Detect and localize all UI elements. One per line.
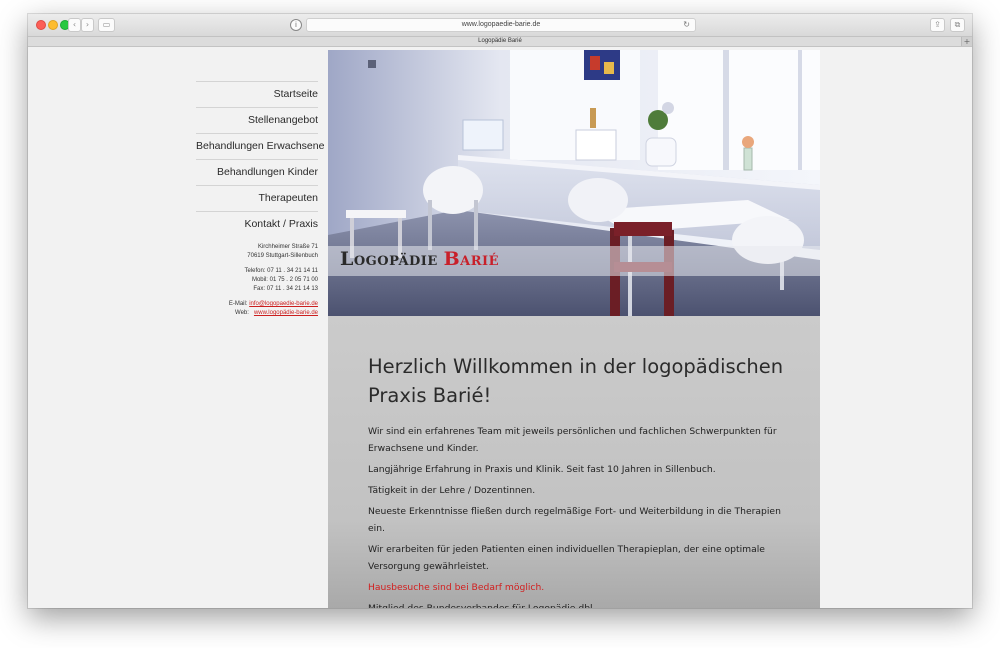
nav-item-stellenangebot[interactable]: Stellenangebot [196,107,318,133]
nav-item-behandlungen-erwachsene[interactable]: Behandlungen Erwachsene [196,133,324,159]
sidebar-toggle-button[interactable]: ▭ [98,18,115,32]
room-photo [328,50,820,316]
nav-item-therapeuten[interactable]: Therapeuten [196,185,318,211]
tab-title[interactable]: Logopädie Barié [478,38,522,44]
intro-text: Wir sind ein erfahrenes Team mit jeweils… [368,423,788,608]
forward-button[interactable]: › [81,18,94,32]
close-window-button[interactable] [36,20,46,30]
paragraph-home-visits: Hausbesuche sind bei Bedarf möglich. [368,582,545,593]
url-text: www.logopaedie-barie.de [461,21,541,28]
new-tab-button[interactable]: + [961,37,972,46]
nav-item-kontakt-praxis[interactable]: Kontakt / Praxis [196,211,318,237]
reload-icon[interactable]: ↻ [683,19,690,31]
mobile-number: Mobil: 01 75 . 2 05 71 00 [251,277,318,283]
page-title: Herzlich Willkommen in der logopädischen… [368,355,784,407]
email-label: E-Mail: [228,301,248,307]
email-line: E-Mail: info@logopaedie-barie.de [178,300,318,309]
web-link[interactable]: www.logopädie-barie.de [254,310,318,316]
main-navigation: Startseite Stellenangebot Behandlungen E… [196,81,324,237]
fax-number: Fax: 07 11 . 34 21 14 13 [253,286,318,292]
browser-toolbar: ‹ › ▭ i www.logopaedie-barie.de ↻ ⇪ ⧉ [28,14,972,37]
paragraph-teaching: Tätigkeit in der Lehre / Dozentinnen. [368,485,536,496]
nav-item-behandlungen-kinder[interactable]: Behandlungen Kinder [196,159,318,185]
logo-part-barie: Barié [443,248,500,270]
phone-number: Telefon: 07 11 . 34 21 14 11 [244,268,318,274]
browser-window: ‹ › ▭ i www.logopaedie-barie.de ↻ ⇪ ⧉ Lo… [28,14,972,608]
hero-image: Logopädie Barié [328,50,820,316]
info-icon[interactable]: i [290,19,302,31]
main-content: Herzlich Willkommen in der logopädischen… [328,316,820,608]
logo-part-logopaedie: Logopädie [340,248,438,270]
tab-bar: Logopädie Barié + [28,37,972,47]
paragraph-therapy-plan: Wir erarbeiten für jeden Patienten einen… [368,544,765,572]
paragraph-team: Wir sind ein erfahrenes Team mit jeweils… [368,426,777,454]
back-button[interactable]: ‹ [68,18,81,32]
email-link[interactable]: info@logopaedie-barie.de [249,301,318,307]
page-viewport: Startseite Stellenangebot Behandlungen E… [28,47,972,608]
nav-item-startseite[interactable]: Startseite [196,81,318,107]
web-label: Web: [235,310,249,316]
address-city: 70619 Stuttgart-Sillenbuch [247,253,318,259]
contact-block: Kirchheimer Straße 71 70619 Stuttgart-Si… [178,243,318,318]
minimize-window-button[interactable] [48,20,58,30]
tabs-overview-button[interactable]: ⧉ [950,18,965,32]
logo[interactable]: Logopädie Barié [340,248,499,271]
web-line: Web: www.logopädie-barie.de [178,309,318,318]
address-bar[interactable]: www.logopaedie-barie.de ↻ [306,18,696,32]
address-street: Kirchheimer Straße 71 [257,244,318,250]
paragraph-training: Neueste Erkenntnisse fließen durch regel… [368,506,781,534]
share-button[interactable]: ⇪ [930,18,945,32]
paragraph-membership: Mitglied des Bundesverbandes für Logopäd… [368,600,788,608]
paragraph-experience: Langjährige Erfahrung in Praxis und Klin… [368,464,716,475]
